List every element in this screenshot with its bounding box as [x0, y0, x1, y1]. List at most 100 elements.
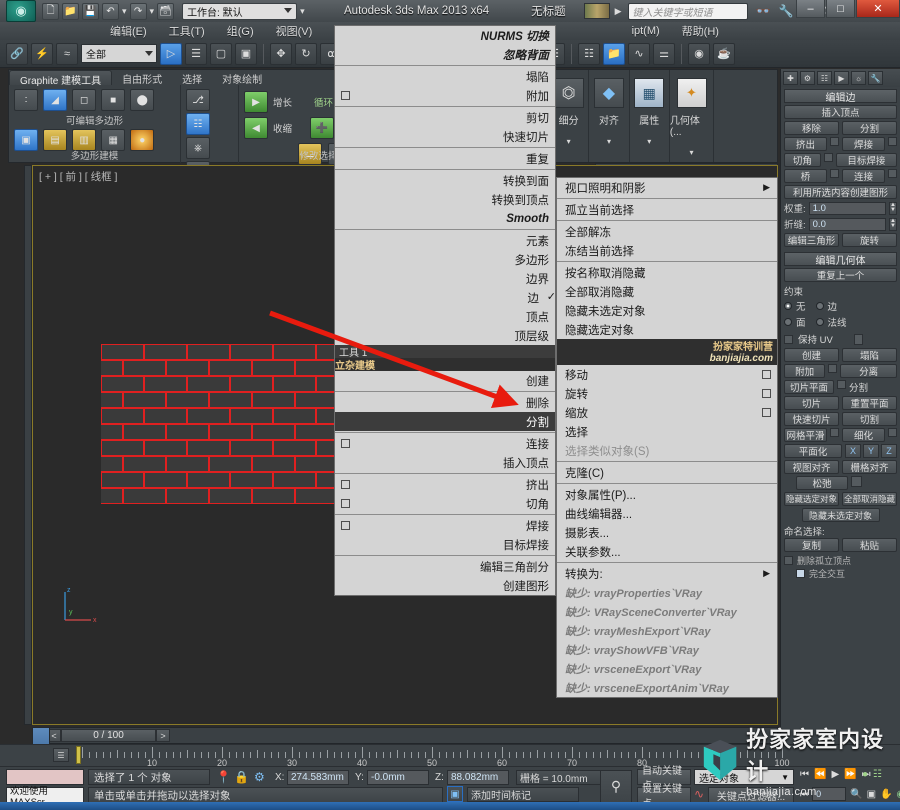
select-and-rotate-icon[interactable]: ↻ [295, 42, 317, 65]
brick-face[interactable] [230, 472, 273, 488]
new-file-icon[interactable]: 🗋 [42, 2, 59, 20]
select-and-move-icon[interactable]: ✥ [270, 42, 292, 65]
radio-face[interactable]: 面 [784, 315, 806, 329]
wrench-icon[interactable]: 🔧 [779, 4, 794, 18]
menu-item-border[interactable]: 边界 [335, 269, 555, 288]
maxscript-mini-listener[interactable]: 欢迎使用 MAXScr [6, 786, 84, 808]
bridge-settings-box-icon[interactable] [830, 169, 839, 178]
utilities-tab-icon[interactable]: 🔧 [868, 71, 883, 85]
binoculars-icon[interactable]: 👓 [756, 4, 771, 18]
quad-menu-right[interactable]: 视口照明和阴影 ▶ 孤立当前选择 全部解冻 冻结当前选择 按名称取消隐藏 全部取… [556, 177, 778, 698]
brick-face[interactable] [187, 440, 230, 456]
button-edit-triangulation[interactable]: 编辑三角形 [784, 233, 839, 247]
attach-settings-box-icon[interactable] [828, 364, 838, 373]
key-filters-button[interactable]: 关键点过滤器... [708, 787, 794, 803]
menu-item-wire-parameters[interactable]: 关联参数... [557, 542, 777, 561]
button-collapse[interactable]: 塌陷 [842, 348, 897, 362]
unlink-icon[interactable]: ⚡ [31, 42, 53, 65]
grow-icon[interactable]: ▶ [244, 91, 268, 113]
curve-editor-icon[interactable]: ∿ [628, 42, 650, 65]
brick-face[interactable] [187, 472, 230, 488]
ribbon-tab-selection[interactable]: 选择 [172, 70, 212, 86]
menu-item-top-level[interactable]: 顶层级 [335, 326, 555, 345]
menu-item-maxscript[interactable]: ipt(M) [632, 25, 660, 37]
radio-none[interactable]: 无 [784, 299, 806, 313]
brick-face[interactable] [273, 408, 316, 424]
adaptive-degradation-icon[interactable]: ▣ [447, 786, 463, 802]
button-slice-plane[interactable]: 切片平面 [784, 380, 834, 394]
undo-caret-icon[interactable]: ▾ [122, 6, 127, 17]
button-view-align[interactable]: 视图对齐 [784, 460, 839, 474]
button-split[interactable]: 分割 [842, 121, 897, 135]
menu-item-nurms-toggle[interactable]: NURMS 切换 [335, 26, 555, 45]
brick-face[interactable] [122, 488, 166, 504]
button-bridge[interactable]: 桥 [784, 169, 827, 183]
brick-face[interactable] [101, 376, 144, 392]
z-coordinate-field[interactable]: 88.082mm [447, 770, 509, 785]
track-view-icon[interactable]: ☰ [53, 748, 69, 762]
lock-icon[interactable]: 🔒 [234, 770, 249, 784]
menu-item-vertex[interactable]: 顶点 [335, 307, 555, 326]
button-planar-x[interactable]: X [845, 444, 861, 458]
menu-item-target-weld[interactable]: 目标焊接 [335, 535, 555, 554]
motion-tab-icon[interactable]: ▶ [834, 71, 849, 85]
brick-face[interactable] [101, 440, 144, 456]
button-quickslice[interactable]: 快速切片 [784, 412, 839, 426]
menu-item-unfreeze-all[interactable]: 全部解冻 [557, 222, 777, 241]
brick-face[interactable] [101, 424, 123, 440]
menu-item-curve-editor[interactable]: 曲线编辑器... [557, 504, 777, 523]
settings-box-icon[interactable] [341, 480, 350, 489]
key-mode-icon[interactable]: ☷ [873, 769, 882, 780]
menu-item-unhide-by-name[interactable]: 按名称取消隐藏 [557, 263, 777, 282]
layer-manager-icon[interactable]: ☷ [578, 42, 600, 65]
brick-face[interactable] [165, 360, 209, 376]
pan-icon[interactable]: ✋ [880, 789, 892, 800]
viewport-left-scrollbar[interactable] [24, 165, 32, 725]
menu-item-dope-sheet[interactable]: 摄影表... [557, 523, 777, 542]
button-planar-z[interactable]: Z [881, 444, 897, 458]
y-coordinate-field[interactable]: -0.0mm [367, 770, 429, 785]
brick-face[interactable] [101, 360, 123, 376]
add-time-tag-button[interactable]: 添加时间标记 [467, 787, 579, 802]
brick-face[interactable] [165, 392, 209, 408]
brick-face[interactable] [208, 360, 252, 376]
preserve-uv-settings-box-icon[interactable] [853, 333, 863, 345]
open-file-icon[interactable]: 📁 [62, 2, 79, 20]
brick-face[interactable] [251, 456, 295, 472]
pin-icon[interactable]: 📍 [216, 770, 231, 784]
menu-item-convert-to-vertex[interactable]: 转换到顶点 [335, 190, 555, 209]
settings-box-icon[interactable] [762, 408, 771, 417]
button-tessellate[interactable]: 细化 [842, 428, 885, 442]
settings-box-icon[interactable] [341, 521, 350, 530]
close-button[interactable]: ✕ [856, 0, 900, 18]
menu-item-rotate[interactable]: 旋转 [557, 384, 777, 403]
undo-icon[interactable]: ↶ [102, 2, 119, 20]
button-grid-align[interactable]: 栅格对齐 [842, 460, 897, 474]
brick-face[interactable] [144, 440, 187, 456]
menu-item-connect[interactable]: 连接 [335, 434, 555, 453]
orbit-icon[interactable]: ◉ [896, 789, 900, 800]
chevron-down-icon[interactable]: ▾ [607, 137, 611, 146]
preserve-uv-checkbox[interactable] [784, 334, 793, 344]
menu-item-collapse[interactable]: 塌陷 [335, 67, 555, 86]
next-frame-icon[interactable]: ⏩ [844, 769, 856, 780]
menu-item-isolate-selection[interactable]: 孤立当前选择 [557, 200, 777, 219]
delete-isolated-vertices-checkbox[interactable] [784, 556, 793, 565]
button-remove[interactable]: 移除 [784, 121, 839, 135]
bind-space-warp-icon[interactable]: ≈ [56, 42, 78, 65]
time-slider[interactable]: < 0 / 100 > [32, 727, 778, 744]
brick-face[interactable] [165, 424, 209, 440]
ribbon-tab-freeform[interactable]: 自由形式 [112, 70, 172, 86]
ribbon-tab-graphite[interactable]: Graphite 建模工具 [9, 70, 113, 87]
chevron-down-icon[interactable]: ▾ [567, 137, 571, 146]
key-step-icon[interactable]: ⏮ [800, 789, 808, 800]
brick-face[interactable] [273, 376, 316, 392]
button-unhide-all[interactable]: 全部取消隐藏 [842, 492, 897, 506]
brick-face[interactable] [122, 424, 166, 440]
radio-normal[interactable]: 法线 [815, 315, 847, 329]
settings-box-icon[interactable] [341, 91, 350, 100]
menu-item-views[interactable]: 视图(V) [276, 23, 313, 39]
button-connect[interactable]: 连接 [842, 169, 885, 183]
brick-face[interactable] [208, 488, 252, 504]
tessellate-settings-box-icon[interactable] [888, 428, 897, 437]
